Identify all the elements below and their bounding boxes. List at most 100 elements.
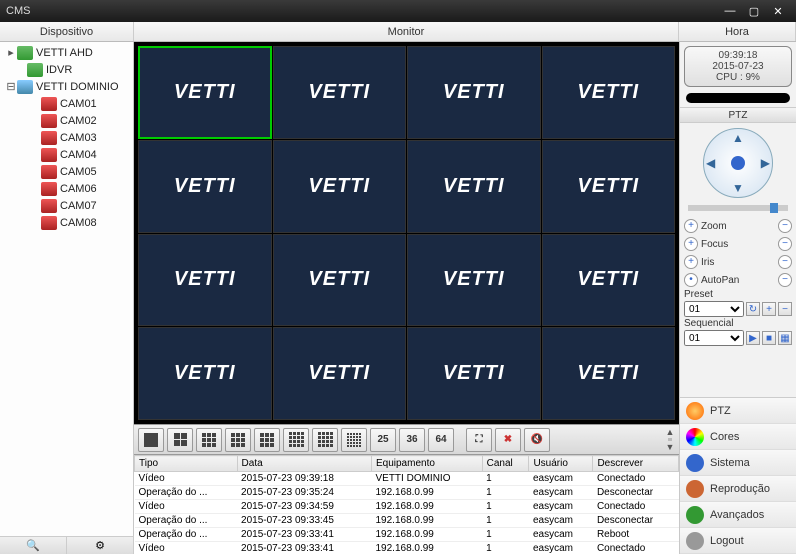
iris-close-button[interactable]: − (778, 255, 792, 269)
table-row[interactable]: Operação do ...2015-07-23 09:33:41192.16… (135, 528, 679, 542)
view-13-button[interactable] (283, 428, 309, 452)
header-time[interactable]: Hora (679, 22, 796, 41)
video-cell[interactable]: VETTI (273, 46, 407, 139)
view-36-button[interactable]: 36 (399, 428, 425, 452)
table-row[interactable]: Operação do ...2015-07-23 09:35:24192.16… (135, 486, 679, 500)
fullscreen-button[interactable]: ⛶ (466, 428, 492, 452)
close-button[interactable]: ✕ (766, 5, 790, 18)
video-cell[interactable]: VETTI (542, 327, 676, 420)
video-cell[interactable]: VETTI (542, 46, 676, 139)
table-row[interactable]: Vídeo2015-07-23 09:34:59192.168.0.991eas… (135, 500, 679, 514)
view-4x4-button[interactable] (312, 428, 338, 452)
zoom-out-button[interactable]: − (778, 219, 792, 233)
video-cell[interactable]: VETTI (407, 327, 541, 420)
video-cell[interactable]: VETTI (542, 140, 676, 233)
log-col-canal[interactable]: Canal (482, 456, 529, 472)
view-1x1-button[interactable] (138, 428, 164, 452)
tree-cam[interactable]: CAM08 (3, 214, 133, 231)
tree-cam[interactable]: CAM01 (3, 95, 133, 112)
table-row[interactable]: Operação do ...2015-07-23 09:33:45192.16… (135, 514, 679, 528)
sidetab-cores[interactable]: Cores (680, 424, 796, 450)
sidetab-logout[interactable]: Logout (680, 528, 796, 554)
video-cell[interactable]: VETTI (138, 140, 272, 233)
cam-label: CAM01 (60, 98, 97, 110)
device-tree-footer: 🔍 ⚙ (0, 536, 134, 554)
chevron-up-icon[interactable]: ▲ (666, 427, 675, 437)
ptz-right-button[interactable]: ▶ (761, 156, 770, 170)
tree-search-button[interactable]: 🔍 (0, 537, 67, 554)
ptz-center-button[interactable] (731, 156, 745, 170)
autopan-button[interactable]: • (684, 273, 698, 287)
video-cell[interactable]: VETTI (407, 46, 541, 139)
sequential-select[interactable]: 01 (684, 330, 744, 346)
log-col-user[interactable]: Usuário (529, 456, 593, 472)
tree-cam[interactable]: CAM05 (3, 163, 133, 180)
ptz-speed-slider[interactable] (688, 205, 788, 211)
seq-stop-button[interactable]: ■ (762, 331, 776, 345)
view-3x3-6-button[interactable] (196, 428, 222, 452)
preset-add-button[interactable]: + (762, 302, 776, 316)
ptz-up-button[interactable]: ▲ (732, 131, 744, 145)
playback-icon (686, 480, 704, 498)
focus-in-button[interactable]: + (684, 237, 698, 251)
disconnect-all-button[interactable]: ✖ (495, 428, 521, 452)
collapse-icon[interactable]: ▸ (5, 46, 17, 59)
table-row[interactable]: Vídeo2015-07-23 09:33:41192.168.0.991eas… (135, 542, 679, 554)
log-col-desc[interactable]: Descrever (593, 456, 679, 472)
minimize-button[interactable]: — (718, 5, 742, 17)
tree-settings-button[interactable]: ⚙ (67, 537, 134, 554)
view-8-button[interactable] (225, 428, 251, 452)
sidetab-sistema[interactable]: Sistema (680, 450, 796, 476)
expand-icon[interactable]: ⊟ (5, 80, 17, 93)
seq-grid-button[interactable]: ▦ (778, 331, 792, 345)
video-cell[interactable]: VETTI (273, 140, 407, 233)
clock-cpu: CPU : 9% (688, 72, 788, 83)
view-20-button[interactable] (341, 428, 367, 452)
sidetab-ptz[interactable]: PTZ (680, 398, 796, 424)
view-25-button[interactable]: 25 (370, 428, 396, 452)
audio-button[interactable]: 🔇 (524, 428, 550, 452)
sidetab-avancados[interactable]: Avançados (680, 502, 796, 528)
log-col-tipo[interactable]: Tipo (135, 456, 238, 472)
tree-cam[interactable]: CAM02 (3, 112, 133, 129)
maximize-button[interactable]: ▢ (742, 5, 766, 18)
focus-out-button[interactable]: − (778, 237, 792, 251)
split-slider[interactable]: ▲ ▼ (661, 424, 679, 454)
tree-idvr[interactable]: IDVR (3, 61, 133, 78)
video-cell[interactable]: VETTI (542, 234, 676, 327)
seq-play-button[interactable]: ▶ (746, 331, 760, 345)
zoom-in-button[interactable]: + (684, 219, 698, 233)
log-col-equip[interactable]: Equipamento (371, 456, 482, 472)
table-row[interactable]: Vídeo2015-07-23 09:39:18VETTI DOMINIO1ea… (135, 472, 679, 486)
view-64-button[interactable]: 64 (428, 428, 454, 452)
preset-goto-button[interactable]: ↻ (746, 302, 760, 316)
video-cell[interactable]: VETTI (273, 327, 407, 420)
iris-open-button[interactable]: + (684, 255, 698, 269)
preset-remove-button[interactable]: − (778, 302, 792, 316)
tree-cam[interactable]: CAM03 (3, 129, 133, 146)
autopan-stop-button[interactable]: − (778, 273, 792, 287)
view-2x2-button[interactable] (167, 428, 193, 452)
view-3x3-button[interactable] (254, 428, 280, 452)
header-device[interactable]: Dispositivo (0, 22, 134, 41)
tree-cam[interactable]: CAM04 (3, 146, 133, 163)
chevron-down-icon[interactable]: ▼ (666, 442, 675, 452)
ptz-left-button[interactable]: ◀ (706, 156, 715, 170)
tree-cam[interactable]: CAM07 (3, 197, 133, 214)
video-cell[interactable]: VETTI (407, 140, 541, 233)
tree-cam[interactable]: CAM06 (3, 180, 133, 197)
sidetab-reproducao[interactable]: Reprodução (680, 476, 796, 502)
ptz-down-button[interactable]: ▼ (732, 181, 744, 195)
video-cell[interactable]: VETTI (138, 234, 272, 327)
logout-icon (686, 532, 704, 550)
video-cell[interactable]: VETTI (407, 234, 541, 327)
preset-select[interactable]: 01 (684, 301, 744, 317)
header-monitor[interactable]: Monitor (134, 22, 679, 41)
tree-domain[interactable]: ⊟ VETTI DOMINIO (3, 78, 133, 95)
log-col-data[interactable]: Data (237, 456, 371, 472)
video-cell[interactable]: VETTI (138, 46, 272, 139)
ptz-header: PTZ (680, 107, 796, 123)
video-cell[interactable]: VETTI (138, 327, 272, 420)
video-cell[interactable]: VETTI (273, 234, 407, 327)
tree-root[interactable]: ▸ VETTI AHD (3, 44, 133, 61)
